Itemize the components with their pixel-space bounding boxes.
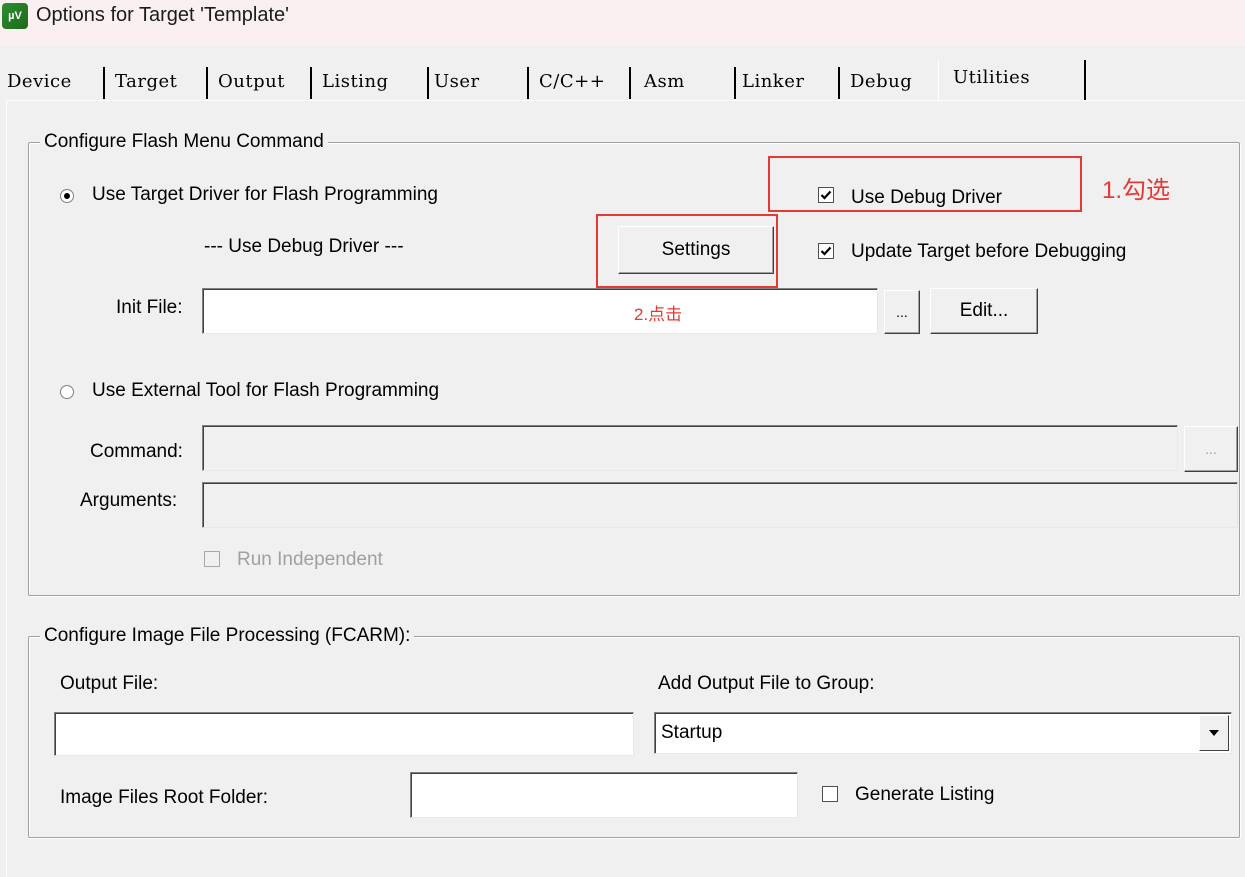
run-independent-label[interactable]: Run Independent [237, 549, 383, 571]
output-file-input[interactable] [54, 712, 634, 756]
tab-target[interactable]: Target [115, 66, 177, 98]
tab-divider [103, 67, 105, 99]
flash-group-title: Configure Flash Menu Command [40, 131, 328, 153]
root-folder-label: Image Files Root Folder: [60, 787, 269, 808]
output-file-label: Output File: [60, 673, 159, 694]
driver-name-label: --- Use Debug Driver --- [204, 236, 404, 257]
add-to-group-label: Add Output File to Group: [658, 673, 875, 694]
command-label: Command: [90, 441, 183, 462]
arguments-input[interactable] [202, 482, 1238, 528]
command-input[interactable] [202, 425, 1178, 471]
init-file-label: Init File: [116, 297, 183, 318]
tab-border [1084, 60, 1086, 100]
annotation-step-2: 2.点击 [634, 305, 683, 324]
tab-asm[interactable]: Asm [644, 66, 685, 98]
init-file-browse-button[interactable]: ... [884, 290, 920, 334]
tab-c-cpp[interactable]: C/C++ [539, 66, 605, 98]
tab-output[interactable]: Output [218, 66, 285, 98]
annotation-box-use-debug-driver [768, 156, 1082, 212]
window-title: Options for Target 'Template' [36, 4, 289, 26]
annotation-box-settings [596, 214, 778, 288]
group-select[interactable]: Startup [654, 712, 1232, 754]
use-target-driver-radio[interactable] [60, 189, 74, 203]
generate-listing-checkbox[interactable] [822, 786, 838, 802]
image-group-title: Configure Image File Processing (FCARM): [40, 625, 415, 647]
tab-divider [206, 67, 208, 99]
tab-divider [310, 67, 312, 99]
command-browse-button[interactable]: ... [1184, 426, 1238, 472]
dropdown-arrow[interactable] [1199, 715, 1229, 751]
group-select-value: Startup [661, 722, 723, 743]
use-external-tool-label[interactable]: Use External Tool for Flash Programming [92, 380, 439, 402]
tab-divider [427, 67, 429, 99]
tab-listing[interactable]: Listing [322, 66, 389, 98]
keil-uvision-icon: µV [2, 3, 28, 29]
edit-button[interactable]: Edit... [930, 288, 1038, 334]
arguments-label: Arguments: [80, 490, 178, 511]
title-bar: µV Options for Target 'Template' [0, 0, 1245, 46]
tab-divider [734, 67, 736, 99]
tab-divider [527, 67, 529, 99]
update-target-checkbox[interactable] [818, 243, 834, 259]
use-external-tool-radio[interactable] [60, 385, 74, 399]
tab-user[interactable]: User [434, 66, 480, 98]
tab-divider [629, 67, 631, 99]
tab-border [938, 60, 939, 100]
generate-listing-label[interactable]: Generate Listing [855, 784, 994, 806]
tab-device[interactable]: Device [7, 66, 72, 98]
tab-divider [838, 67, 840, 99]
chevron-down-icon [1209, 730, 1219, 736]
annotation-step-1: 1.勾选 [1102, 177, 1171, 204]
root-folder-input[interactable] [410, 772, 798, 818]
tab-utilities[interactable]: Utilities [953, 58, 1030, 100]
tab-linker[interactable]: Linker [742, 66, 804, 98]
run-independent-checkbox[interactable] [204, 551, 220, 567]
tab-debug[interactable]: Debug [850, 66, 912, 98]
init-file-input[interactable] [202, 288, 878, 334]
update-target-label[interactable]: Update Target before Debugging [851, 241, 1126, 263]
use-target-driver-label[interactable]: Use Target Driver for Flash Programming [92, 184, 438, 206]
